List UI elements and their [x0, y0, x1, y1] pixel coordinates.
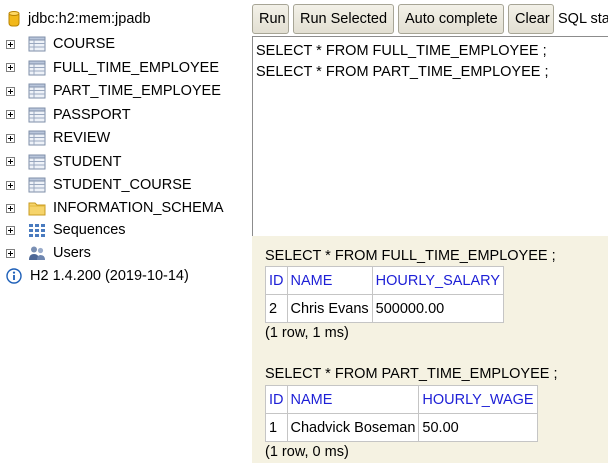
table-row: 1 Chadvick Boseman 50.00 — [265, 413, 538, 442]
database-tree: jdbc:h2:mem:jpadb COURSE FULL_TIME_EMPLO… — [0, 0, 252, 463]
table-label: STUDENT — [53, 153, 122, 170]
expand-icon[interactable] — [6, 203, 15, 213]
schema-label: INFORMATION_SCHEMA — [53, 200, 224, 216]
table-label: STUDENT_COURSE — [53, 177, 192, 193]
expand-icon[interactable] — [6, 157, 15, 166]
toolbar: Run Run Selected Auto complete Clear SQL… — [252, 4, 608, 34]
database-icon — [8, 11, 20, 27]
sql-line: SELECT * FROM PART_TIME_EMPLOYEE ; — [256, 64, 549, 80]
table-header-row: ID NAME HOURLY_WAGE — [265, 385, 538, 414]
table-cell: Chris Evans — [286, 294, 373, 323]
sql-editor[interactable]: SELECT * FROM FULL_TIME_EMPLOYEE ; SELEC… — [252, 36, 608, 258]
folder-icon — [28, 202, 46, 216]
run-selected-button[interactable]: Run Selected — [293, 4, 394, 34]
sequence-icon — [29, 224, 45, 237]
expand-icon[interactable] — [6, 39, 15, 49]
clear-button[interactable]: Clear — [508, 4, 554, 34]
table-icon — [28, 154, 46, 169]
expand-icon[interactable] — [6, 63, 15, 72]
sql-line: SELECT * FROM FULL_TIME_EMPLOYEE ; — [256, 43, 547, 59]
table-label: FULL_TIME_EMPLOYEE — [53, 59, 219, 76]
table-label: PASSPORT — [53, 106, 131, 123]
table-icon — [28, 107, 46, 122]
table-cell: 2 — [265, 294, 288, 323]
table-cell: Chadvick Boseman — [286, 413, 420, 442]
column-header[interactable]: HOURLY_SALARY — [371, 266, 505, 295]
table-icon — [28, 60, 46, 75]
expand-icon[interactable] — [6, 110, 15, 119]
table-icon — [28, 130, 46, 146]
expand-icon[interactable] — [6, 180, 15, 190]
info-icon — [6, 268, 22, 284]
users-icon — [29, 246, 45, 260]
result-summary: (1 row, 1 ms) — [265, 325, 349, 341]
result-query-text: SELECT * FROM FULL_TIME_EMPLOYEE ; — [265, 248, 556, 264]
table-row: 2 Chris Evans 500000.00 — [265, 294, 505, 323]
users-label: Users — [53, 245, 91, 261]
run-button[interactable]: Run — [252, 4, 289, 34]
expand-icon[interactable] — [6, 248, 15, 258]
column-header[interactable]: ID — [265, 266, 288, 295]
table-icon — [28, 177, 46, 193]
table-label: COURSE — [53, 36, 116, 52]
column-header[interactable]: HOURLY_WAGE — [418, 385, 538, 414]
connection-label: jdbc:h2:mem:jpadb — [28, 11, 151, 27]
version-label: H2 1.4.200 (2019-10-14) — [30, 268, 189, 284]
column-header[interactable]: ID — [265, 385, 288, 414]
column-header[interactable]: NAME — [286, 385, 420, 414]
result-table: ID NAME HOURLY_WAGE 1 Chadvick Boseman 5… — [265, 385, 538, 442]
table-cell: 1 — [265, 413, 288, 442]
auto-complete-button[interactable]: Auto complete — [398, 4, 504, 34]
column-header[interactable]: NAME — [286, 266, 373, 295]
expand-icon[interactable] — [6, 225, 15, 235]
table-cell: 50.00 — [418, 413, 538, 442]
result-table: ID NAME HOURLY_SALARY 2 Chris Evans 5000… — [265, 266, 505, 323]
table-icon — [28, 83, 46, 99]
sequences-label: Sequences — [53, 222, 126, 238]
table-header-row: ID NAME HOURLY_SALARY — [265, 266, 505, 295]
result-query-text: SELECT * FROM PART_TIME_EMPLOYEE ; — [265, 366, 558, 382]
expand-icon[interactable] — [6, 133, 15, 143]
table-label: PART_TIME_EMPLOYEE — [53, 83, 221, 99]
expand-icon[interactable] — [6, 86, 15, 96]
sql-statement-label: SQL statement: — [558, 11, 608, 27]
result-summary: (1 row, 0 ms) — [265, 444, 349, 460]
table-label: REVIEW — [53, 130, 111, 146]
table-cell: 500000.00 — [371, 294, 505, 323]
table-icon — [28, 36, 46, 52]
results-panel: SELECT * FROM FULL_TIME_EMPLOYEE ; ID NA… — [252, 236, 608, 463]
